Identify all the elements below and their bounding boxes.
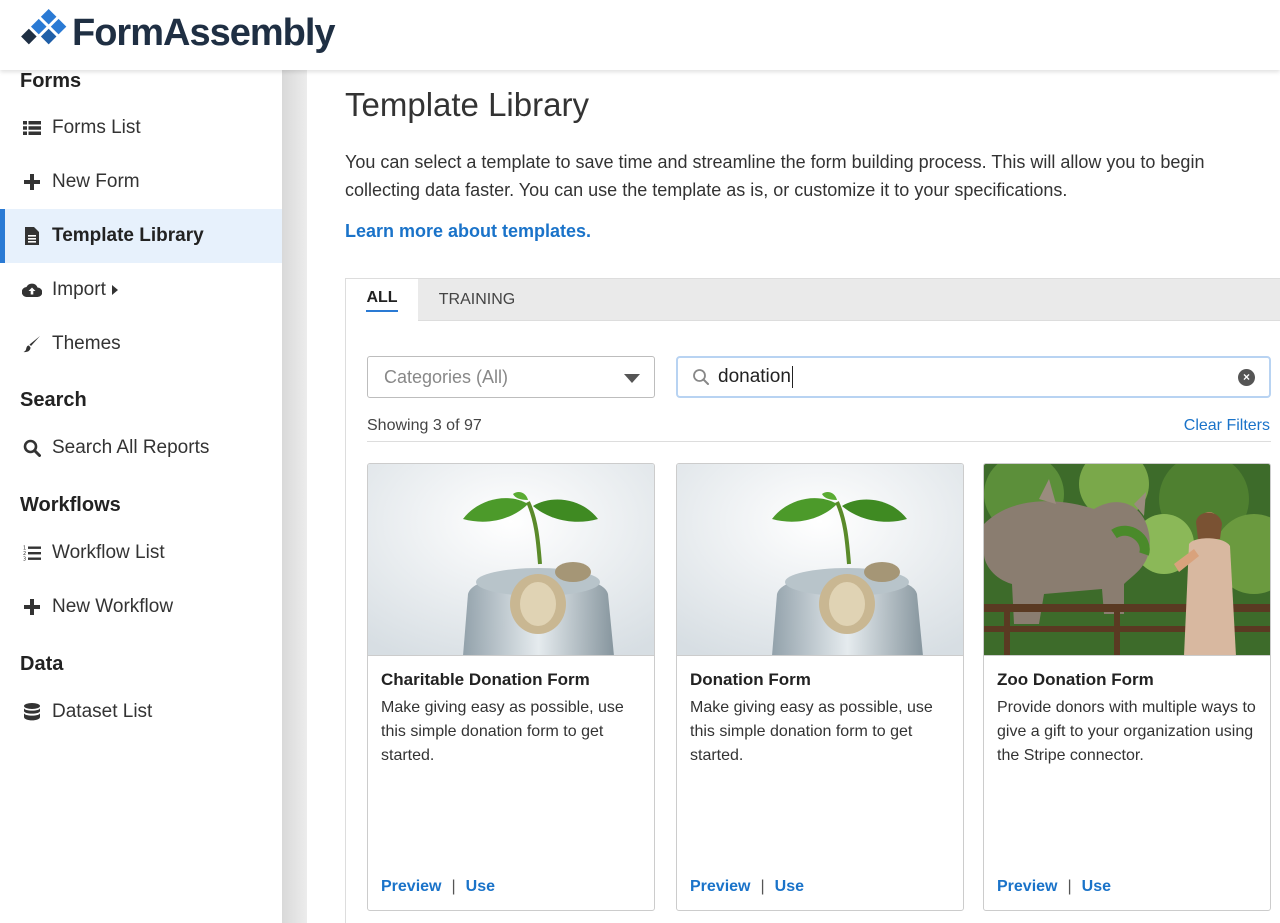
- separator: |: [1067, 878, 1072, 895]
- divider: [367, 441, 1271, 442]
- template-card-image: [677, 464, 963, 656]
- plus-icon: [21, 174, 43, 190]
- brand-logo[interactable]: FormAssembly: [18, 8, 336, 58]
- sidebar-item-forms-list[interactable]: Forms List: [0, 101, 282, 155]
- search-icon: [21, 439, 43, 457]
- template-card-actions: Preview | Use: [997, 878, 1111, 896]
- template-card-image: [368, 464, 654, 656]
- svg-text:3: 3: [23, 557, 26, 562]
- top-header: FormAssembly: [0, 0, 1280, 70]
- sidebar-item-dataset-list[interactable]: Dataset List: [0, 685, 282, 739]
- brand-name: FormAssembly: [72, 11, 336, 54]
- plus-icon: [21, 599, 43, 615]
- sidebar-scroll-gutter: [282, 70, 307, 923]
- sidebar-item-label: Workflow List: [52, 542, 165, 563]
- page-title: Template Library: [345, 86, 589, 123]
- results-count: Showing 3 of 97: [367, 417, 482, 434]
- sidebar-section-search: Search: [20, 389, 87, 411]
- template-card-title: Zoo Donation Form: [997, 670, 1154, 689]
- sidebar-item-label: New Form: [52, 171, 140, 192]
- sidebar-item-new-form[interactable]: New Form: [0, 155, 282, 209]
- preview-link[interactable]: Preview: [690, 878, 750, 896]
- preview-link[interactable]: Preview: [997, 878, 1057, 896]
- tab-training-label: TRAINING: [438, 291, 516, 308]
- text-cursor: [791, 366, 793, 388]
- use-link[interactable]: Use: [775, 878, 804, 896]
- use-link[interactable]: Use: [1082, 878, 1111, 896]
- separator: |: [451, 878, 456, 895]
- template-card[interactable]: Donation Form Make giving easy as possib…: [676, 463, 964, 911]
- sidebar: Forms Forms List New Form Template Libra…: [0, 70, 282, 923]
- sidebar-item-label: Import: [52, 279, 106, 300]
- template-card[interactable]: Charitable Donation Form Make giving eas…: [367, 463, 655, 911]
- clear-filters-link[interactable]: Clear Filters: [1184, 417, 1270, 435]
- sidebar-section-forms: Forms: [20, 70, 82, 92]
- cloud-upload-icon: [21, 283, 43, 297]
- ordered-list-icon: 123: [21, 545, 43, 561]
- template-card-description: Make giving easy as possible, use this s…: [690, 699, 933, 764]
- template-card-title: Charitable Donation Form: [381, 670, 590, 689]
- search-input-value: donation: [718, 366, 791, 387]
- template-card-image: [984, 464, 1270, 656]
- document-icon: [21, 227, 43, 245]
- sidebar-item-label: Themes: [52, 333, 121, 354]
- tab-training[interactable]: TRAINING: [418, 279, 536, 321]
- template-card-actions: Preview | Use: [690, 878, 804, 896]
- template-card-description: Provide donors with multiple ways to giv…: [997, 699, 1256, 764]
- chevron-down-icon: [624, 374, 640, 383]
- sidebar-item-themes[interactable]: Themes: [0, 317, 282, 371]
- template-card-title: Donation Form: [690, 670, 811, 689]
- tab-all[interactable]: ALL: [346, 279, 418, 322]
- tab-bar: ALL TRAINING: [346, 279, 1280, 322]
- search-icon: [692, 368, 710, 386]
- template-panel: ALL TRAINING Categories (All) donation ×…: [345, 278, 1280, 923]
- sidebar-item-import[interactable]: Import: [0, 263, 282, 317]
- learn-more-link[interactable]: Learn more about templates.: [345, 221, 591, 242]
- tab-all-label: ALL: [366, 289, 398, 312]
- list-icon: [21, 121, 43, 135]
- search-input[interactable]: donation ×: [676, 356, 1271, 398]
- preview-link[interactable]: Preview: [381, 878, 441, 896]
- category-select-value: Categories (All): [384, 366, 509, 387]
- use-link[interactable]: Use: [466, 878, 495, 896]
- clear-search-icon[interactable]: ×: [1238, 369, 1255, 386]
- database-icon: [21, 703, 43, 721]
- formassembly-logo-icon: [21, 8, 67, 45]
- category-select[interactable]: Categories (All): [367, 356, 655, 398]
- sidebar-item-new-workflow[interactable]: New Workflow: [0, 580, 282, 634]
- sidebar-section-workflows: Workflows: [20, 494, 121, 516]
- template-card[interactable]: Zoo Donation Form Provide donors with mu…: [983, 463, 1271, 911]
- sidebar-item-search-all-reports[interactable]: Search All Reports: [0, 421, 282, 475]
- sidebar-item-label: Forms List: [52, 117, 141, 138]
- sidebar-item-workflow-list[interactable]: 123 Workflow List: [0, 526, 282, 580]
- brush-icon: [21, 335, 43, 353]
- sidebar-item-template-library[interactable]: Template Library: [0, 209, 282, 263]
- sidebar-item-label: Template Library: [52, 225, 204, 246]
- sidebar-item-label: Search All Reports: [52, 437, 210, 458]
- sidebar-item-label: Dataset List: [52, 701, 153, 722]
- intro-text: You can select a template to save time a…: [345, 152, 1205, 200]
- sidebar-section-data: Data: [20, 653, 64, 675]
- template-card-actions: Preview | Use: [381, 878, 495, 896]
- sidebar-item-label: New Workflow: [52, 596, 174, 617]
- template-card-description: Make giving easy as possible, use this s…: [381, 699, 624, 764]
- separator: |: [760, 878, 765, 895]
- caret-right-icon: [111, 285, 118, 295]
